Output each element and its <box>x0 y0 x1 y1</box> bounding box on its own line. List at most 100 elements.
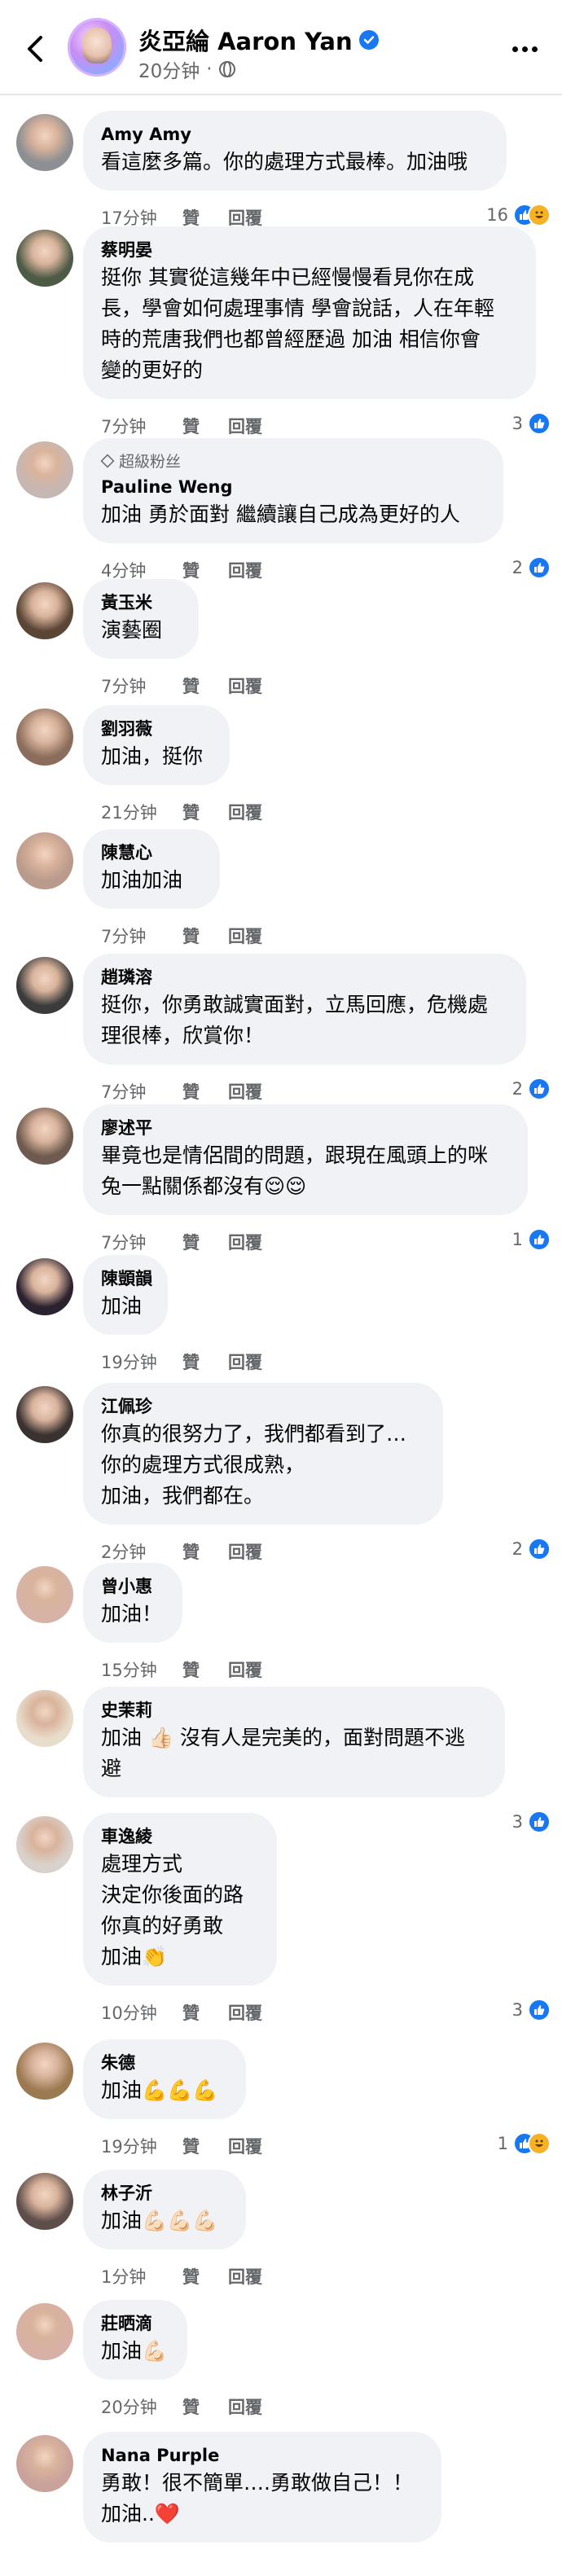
page-name-text[interactable]: 炎亞綸 Aaron Yan <box>138 23 353 57</box>
commenter-avatar[interactable] <box>16 1386 73 1443</box>
reply-button[interactable]: 回覆 <box>228 674 262 698</box>
like-button[interactable]: 贊 <box>182 2264 228 2289</box>
comment-text: 加油💪🏻💪🏻💪🏻 <box>101 2209 218 2232</box>
commenter-avatar[interactable] <box>16 709 73 766</box>
commenter-name[interactable]: 陳慧心 <box>101 840 200 865</box>
like-button[interactable]: 贊 <box>182 558 228 582</box>
like-button[interactable]: 贊 <box>182 1079 228 1104</box>
comment-time[interactable]: 7分钟 <box>101 674 182 698</box>
comment-time[interactable]: 2分钟 <box>101 1539 182 1564</box>
commenter-name[interactable]: 陳顗韻 <box>101 1266 152 1291</box>
commenter-name[interactable]: Amy Amy <box>101 122 487 147</box>
commenter-avatar[interactable] <box>16 2173 73 2230</box>
reply-button[interactable]: 回覆 <box>228 1657 262 1682</box>
comment-time[interactable]: 21分钟 <box>101 800 182 824</box>
comment-time[interactable]: 15分钟 <box>101 1657 182 1682</box>
commenter-name[interactable]: 黃玉米 <box>101 590 179 615</box>
reply-button[interactable]: 回覆 <box>228 2394 262 2419</box>
commenter-avatar[interactable] <box>16 832 73 889</box>
reaction-icons <box>528 1228 551 1251</box>
like-button[interactable]: 贊 <box>182 1349 228 1374</box>
commenter-avatar[interactable] <box>16 441 73 498</box>
reaction-summary[interactable]: 1 <box>512 1228 551 1251</box>
page-name[interactable]: 炎亞綸 Aaron Yan <box>138 23 379 57</box>
comment-time[interactable]: 20分钟 <box>101 2394 182 2419</box>
reply-button[interactable]: 回覆 <box>228 924 262 948</box>
reply-button[interactable]: 回覆 <box>228 2000 262 2025</box>
like-button[interactable]: 贊 <box>182 924 228 948</box>
like-button[interactable]: 贊 <box>182 1657 228 1682</box>
like-button[interactable]: 贊 <box>182 2000 228 2025</box>
commenter-name[interactable]: 林子沂 <box>101 2181 226 2205</box>
comment-text: 加油加油 <box>101 868 183 892</box>
commenter-avatar[interactable] <box>16 2303 73 2360</box>
like-button[interactable]: 贊 <box>182 800 228 824</box>
comment-actions: 19分钟贊回覆 <box>101 2134 262 2158</box>
commenter-name[interactable]: 趙璘溶 <box>101 965 507 990</box>
reaction-summary[interactable]: 3 <box>512 412 551 435</box>
reply-button[interactable]: 回覆 <box>228 1349 262 1374</box>
comment-actions: 7分钟贊回覆 <box>101 924 262 948</box>
comment-time[interactable]: 19分钟 <box>101 1349 182 1374</box>
commenter-name[interactable]: 朱德 <box>101 2051 226 2075</box>
reaction-summary[interactable]: 3 <box>512 1999 551 2021</box>
commenter-avatar[interactable] <box>16 1690 73 1747</box>
commenter-name[interactable]: 車逸綾 <box>101 1824 257 1849</box>
commenter-name[interactable]: 廖述平 <box>101 1116 508 1140</box>
reply-button[interactable]: 回覆 <box>228 2264 262 2289</box>
comment-time[interactable]: 19分钟 <box>101 2134 182 2158</box>
commenter-avatar[interactable] <box>16 1108 73 1165</box>
more-options-button[interactable] <box>508 33 541 65</box>
reaction-summary[interactable]: 2 <box>512 556 551 579</box>
comment-time[interactable]: 7分钟 <box>101 924 182 948</box>
comment-time[interactable]: 1分钟 <box>101 2264 182 2289</box>
like-button[interactable]: 贊 <box>182 674 228 698</box>
commenter-name[interactable]: 蔡明晏 <box>101 238 516 262</box>
like-button[interactable]: 贊 <box>182 414 228 438</box>
reaction-summary[interactable]: 2 <box>512 1538 551 1560</box>
comment-time[interactable]: 7分钟 <box>101 1230 182 1254</box>
comment-bubble: 廖述平 畢竟也是情侶間的問題，跟現在風頭上的咪 兔一點關係都沒有😌😌 <box>83 1104 528 1215</box>
like-button[interactable]: 贊 <box>182 1539 228 1564</box>
comment-time[interactable]: 7分钟 <box>101 414 182 438</box>
reply-button[interactable]: 回覆 <box>228 2134 262 2158</box>
reaction-summary[interactable]: 3 <box>512 1810 551 1833</box>
reply-button[interactable]: 回覆 <box>228 1230 262 1254</box>
commenter-avatar[interactable] <box>16 2043 73 2100</box>
reaction-summary[interactable]: 2 <box>512 1077 551 1100</box>
page-avatar[interactable] <box>68 18 126 77</box>
commenter-name[interactable]: 莊晒滴 <box>101 2311 168 2336</box>
commenter-avatar[interactable] <box>16 230 73 287</box>
comment-bubble: 超級粉丝 Pauline Weng 加油 勇於面對 繼續讓自己成為更好的人 <box>83 438 503 543</box>
reply-button[interactable]: 回覆 <box>228 1079 262 1104</box>
reply-button[interactable]: 回覆 <box>228 800 262 824</box>
post-time[interactable]: 20分钟 <box>138 55 200 83</box>
back-button[interactable] <box>21 33 49 65</box>
reaction-summary[interactable]: 1 <box>498 2132 551 2155</box>
comment-time[interactable]: 10分钟 <box>101 2000 182 2025</box>
commenter-avatar[interactable] <box>16 1566 73 1623</box>
commenter-avatar[interactable] <box>16 1816 73 1873</box>
commenter-name[interactable]: Pauline Weng <box>101 475 484 499</box>
like-button[interactable]: 贊 <box>182 2394 228 2419</box>
reply-button[interactable]: 回覆 <box>228 558 262 582</box>
commenter-avatar[interactable] <box>16 582 73 639</box>
reply-button[interactable]: 回覆 <box>228 414 262 438</box>
reaction-summary[interactable]: 16 <box>486 204 551 226</box>
reaction-count: 1 <box>497 2134 508 2153</box>
commenter-avatar[interactable] <box>16 114 73 171</box>
like-button[interactable]: 贊 <box>182 2134 228 2158</box>
reply-button[interactable]: 回覆 <box>228 1539 262 1564</box>
reaction-icons <box>528 556 551 579</box>
commenter-name[interactable]: 曾小惠 <box>101 1574 163 1599</box>
commenter-avatar[interactable] <box>16 957 73 1014</box>
commenter-avatar[interactable] <box>16 1258 73 1315</box>
commenter-name[interactable]: Nana Purple <box>101 2443 422 2468</box>
commenter-name[interactable]: 史茉莉 <box>101 1698 485 1722</box>
like-reaction-icon <box>528 1999 551 2021</box>
like-button[interactable]: 贊 <box>182 1230 228 1254</box>
commenter-name[interactable]: 江佩珍 <box>101 1394 424 1419</box>
commenter-avatar[interactable] <box>16 2435 73 2492</box>
commenter-name[interactable]: 劉羽薇 <box>101 717 210 741</box>
comment-time[interactable]: 7分钟 <box>101 1079 182 1104</box>
